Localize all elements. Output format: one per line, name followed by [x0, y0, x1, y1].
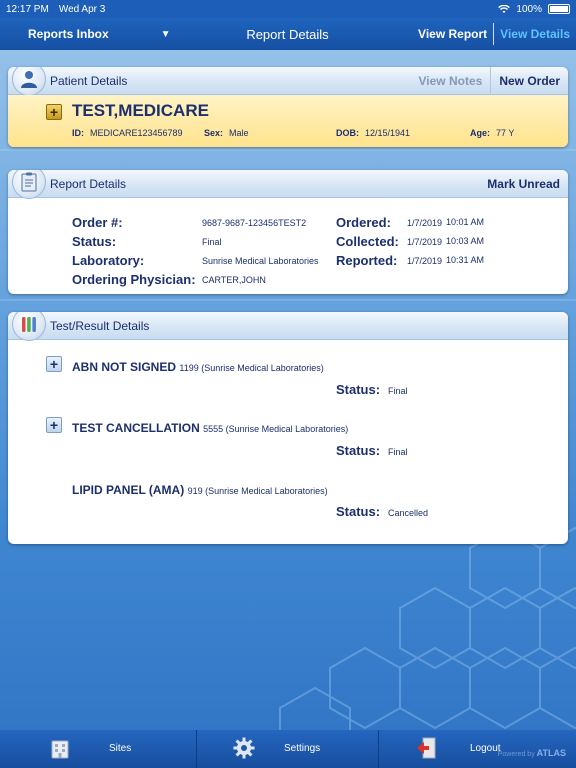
tab-settings-label: Settings [284, 743, 321, 754]
test-result-details-title: Test/Result Details [50, 318, 150, 333]
logout-icon [417, 737, 436, 759]
gear-icon [233, 737, 255, 759]
expand-test-button[interactable]: + [46, 356, 62, 372]
patient-id: ID: MEDICARE123456789 [72, 128, 183, 138]
patient-dob: DOB: 12/15/1941 [336, 128, 411, 138]
laboratory-value: Sunrise Medical Laboratories [202, 256, 319, 266]
test-result-details-panel: Test/Result Details + ABN NOT SIGNED 119… [8, 312, 568, 544]
nav-divider [493, 23, 495, 45]
patient-name: TEST,MEDICARE [72, 101, 209, 120]
report-details-panel: Report Details Mark Unread Order #: 9687… [8, 170, 568, 294]
test-tubes-icon [12, 312, 46, 341]
tab-logout[interactable]: Logout Powered by ATLAS [378, 730, 576, 768]
test-status-label: Status: [336, 382, 381, 397]
test-name: ABN NOT SIGNED 1199 (Sunrise Medical Lab… [72, 360, 324, 374]
test-name: LIPID PANEL (AMA) 919 (Sunrise Medical L… [72, 483, 328, 497]
status-date: Wed Apr 3 [58, 3, 106, 15]
collected-label: Collected: [336, 234, 399, 249]
status-time: 12:17 PM [6, 3, 49, 15]
status-bar: 12:17 PM Wed Apr 3 100% [0, 0, 576, 18]
ordered-time: 10:01 AM [446, 217, 485, 227]
battery-percent: 100% [516, 3, 542, 15]
status-label: Status: [72, 234, 117, 249]
test-status-value: Final [388, 386, 408, 396]
tab-sites-label: Sites [109, 743, 132, 754]
ordered-label: Ordered: [336, 215, 391, 230]
patient-details-title: Patient Details [50, 73, 128, 88]
report-details-header: Report Details Mark Unread [8, 170, 568, 199]
view-notes-button[interactable]: View Notes [411, 74, 491, 88]
wifi-icon [498, 4, 511, 13]
tab-settings[interactable]: Settings [196, 730, 378, 768]
patient-sex: Sex: Male [204, 128, 249, 138]
reports-inbox-label: Reports Inbox [28, 27, 109, 41]
battery-icon [548, 4, 570, 14]
test-result-details-header: Test/Result Details [8, 312, 568, 341]
patient-age: Age: 77 Y [470, 128, 515, 138]
patient-details-header: Patient Details View Notes New Order [8, 67, 568, 96]
plus-icon: + [49, 104, 59, 120]
patient-summary: + TEST,MEDICARE ID: MEDICARE123456789 Sex… [8, 95, 568, 147]
test-status-value: Final [388, 447, 408, 457]
view-report-button[interactable]: View Report [412, 27, 493, 41]
reported-label: Reported: [336, 253, 398, 268]
tab-sites[interactable]: Sites [0, 730, 196, 768]
order-number-value: 9687-9687-123456TEST2 [202, 218, 307, 228]
page-title: Report Details [246, 26, 329, 42]
test-status-label: Status: [336, 504, 381, 519]
report-details-body: Order #: 9687-9687-123456TEST2 Status: F… [8, 198, 568, 294]
order-number-label: Order #: [72, 215, 123, 230]
reported-time: 10:31 AM [446, 255, 485, 265]
ordering-physician-label: Ordering Physician: [72, 272, 196, 287]
collected-time: 10:03 AM [446, 236, 485, 246]
collected-date: 1/7/2019 [407, 237, 443, 247]
patient-icon [12, 67, 46, 96]
reported-date: 1/7/2019 [407, 256, 443, 266]
test-name: TEST CANCELLATION 5555 (Sunrise Medical … [72, 421, 349, 435]
test-detail: 5555 (Sunrise Medical Laboratories) [203, 424, 349, 434]
sites-icon [51, 740, 69, 759]
dropdown-arrow-icon: ▼ [160, 28, 171, 40]
navigation-bar: Reports Inbox ▼ Report Details View Repo… [0, 18, 576, 50]
view-details-button[interactable]: View Details [494, 27, 576, 41]
report-details-title: Report Details [50, 176, 127, 191]
powered-by-branding: Powered by ATLAS [497, 748, 566, 758]
report-icon [12, 170, 46, 199]
plus-icon: + [49, 356, 59, 372]
test-detail: 919 (Sunrise Medical Laboratories) [187, 486, 328, 496]
ordered-date: 1/7/2019 [407, 218, 443, 228]
test-status-label: Status: [336, 443, 381, 458]
reports-inbox-button[interactable]: Reports Inbox ▼ [0, 18, 175, 50]
expand-test-button[interactable]: + [46, 417, 62, 433]
expand-patient-button[interactable]: + [46, 104, 62, 120]
new-order-button[interactable]: New Order [491, 74, 568, 88]
test-status-value: Cancelled [388, 508, 429, 518]
plus-icon: + [49, 417, 59, 433]
test-result-list: + ABN NOT SIGNED 1199 (Sunrise Medical L… [8, 340, 568, 544]
patient-details-panel: Patient Details View Notes New Order + T… [8, 67, 568, 147]
tab-logout-label: Logout [470, 743, 501, 754]
ordering-physician-value: CARTER,JOHN [202, 275, 266, 285]
laboratory-label: Laboratory: [72, 253, 145, 268]
mark-unread-button[interactable]: Mark Unread [479, 177, 568, 191]
status-value: Final [202, 237, 222, 247]
test-detail: 1199 (Sunrise Medical Laboratories) [179, 363, 324, 373]
bottom-tab-bar: Sites Settings Logout Powered by ATLAS [0, 730, 576, 768]
